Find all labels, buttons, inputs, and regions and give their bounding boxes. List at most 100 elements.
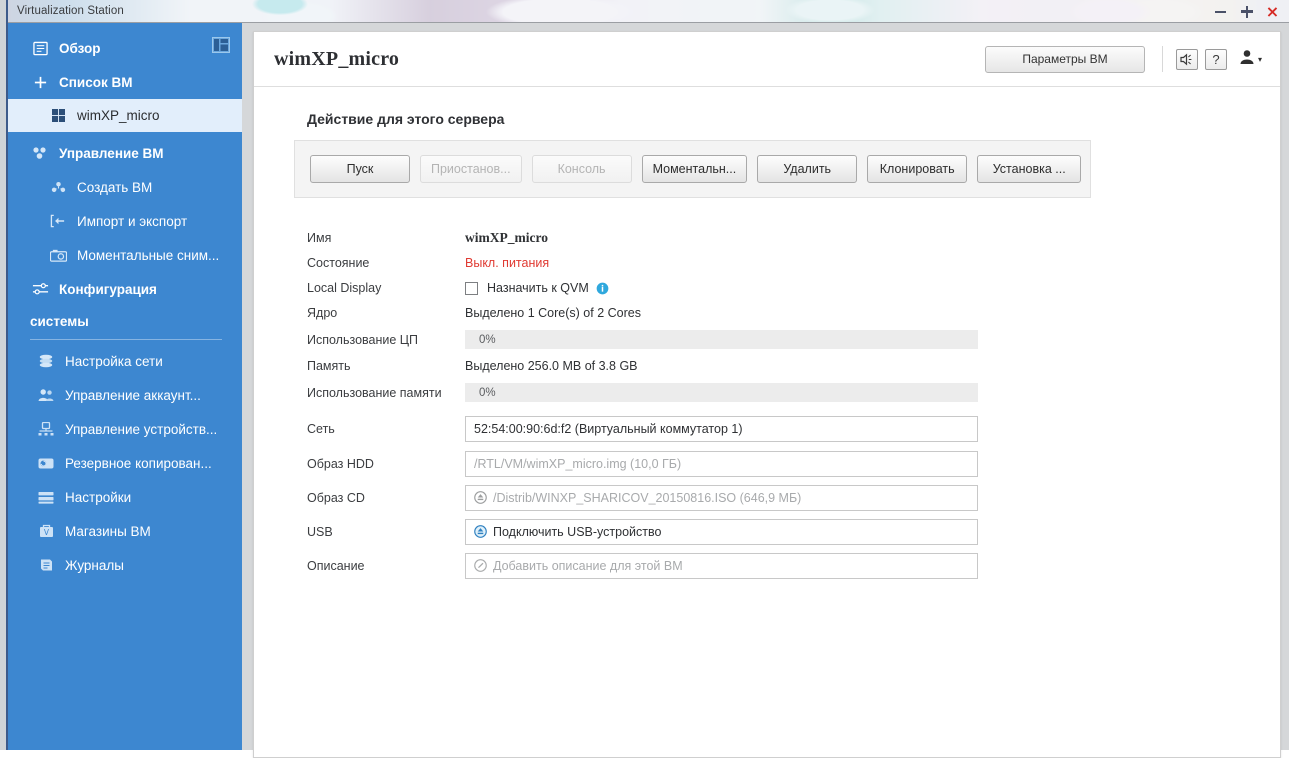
snapshot-camera-icon — [48, 246, 68, 264]
sidebar: Обзор Список ВМ wimXP_micro Управление В… — [8, 23, 242, 750]
install-button[interactable]: Установка ... — [977, 155, 1082, 183]
main-content: Действие для этого сервера Пуск Приостан… — [254, 87, 1280, 582]
sidebar-item-overview[interactable]: Обзор — [8, 31, 242, 65]
sidebar-label-wimxp-micro: wimXP_micro — [77, 108, 160, 123]
sidebar-item-vm-list[interactable]: Список ВМ — [8, 65, 242, 99]
sidebar-label-backup: Резервное копирован... — [65, 455, 212, 471]
status-badge: Выкл. питания — [465, 256, 550, 270]
window-title: Virtualization Station — [17, 5, 124, 17]
sidebar-group-vm-management[interactable]: Управление ВМ — [8, 136, 242, 170]
detail-row-memory-usage: Использование памяти 0% — [307, 379, 1280, 406]
label-cd-image: Образ CD — [307, 490, 365, 505]
sidebar-label-overview: Обзор — [59, 40, 101, 56]
vm-parameters-button[interactable]: Параметры ВМ — [984, 45, 1145, 73]
sidebar-item-wimxp-micro[interactable]: wimXP_micro — [8, 99, 242, 132]
detail-row-local-display: Local Display Назначить к QVM — [307, 276, 1280, 300]
grid-icon — [48, 107, 68, 125]
label-cpu-usage: Использование ЦП — [307, 332, 419, 347]
sidebar-item-logs[interactable]: Журналы — [8, 548, 242, 582]
app-body: Обзор Список ВМ wimXP_micro Управление В… — [8, 23, 1289, 758]
devices-icon — [36, 420, 56, 438]
value-local-display: Назначить к QVM — [465, 281, 609, 295]
label-description: Описание — [307, 558, 365, 573]
sidebar-item-create-vm[interactable]: Создать ВМ — [8, 170, 242, 204]
detail-row-cd-image: Образ CD /Distrib/WINXP_SHARICOV_2015081… — [307, 481, 1280, 514]
header-separator — [1161, 46, 1163, 72]
create-vm-icon — [48, 178, 68, 196]
user-avatar-icon — [1239, 49, 1255, 70]
sidebar-item-settings[interactable]: Настройки — [8, 480, 242, 514]
sidebar-item-snapshots[interactable]: Моментальные сним... — [8, 238, 242, 272]
clone-button[interactable]: Клонировать — [867, 155, 968, 183]
label-core: Ядро — [307, 306, 338, 320]
sidebar-item-vm-store[interactable]: V Магазины ВМ — [8, 514, 242, 548]
pencil-icon[interactable] — [474, 559, 487, 572]
delete-button[interactable]: Удалить — [757, 155, 858, 183]
eject-usb-icon[interactable] — [474, 525, 487, 538]
chevron-down-icon: ▾ — [1257, 54, 1262, 64]
detail-row-hdd-image: Образ HDD /RTL/VM/wimXP_micro.img (10,0 … — [307, 447, 1280, 480]
detail-row-core: Ядро Выделено 1 Core(s) of 2 Cores — [307, 301, 1280, 325]
network-field[interactable]: 52:54:00:90:6d:f2 (Виртуальный коммутато… — [465, 416, 978, 442]
label-hdd-image: Образ HDD — [307, 456, 374, 471]
logs-icon — [36, 556, 56, 574]
sidebar-item-network-settings[interactable]: Настройка сети — [8, 344, 242, 378]
help-button[interactable]: ? — [1204, 48, 1227, 70]
sidebar-label-import-export: Импорт и экспорт — [77, 213, 188, 229]
overview-icon — [30, 39, 50, 57]
maximize-button[interactable] — [1239, 4, 1254, 19]
memory-usage-bar: 0% — [465, 383, 978, 402]
sidebar-item-import-export[interactable]: Импорт и экспорт — [8, 204, 242, 238]
backup-icon — [36, 454, 56, 472]
sidebar-label-create-vm: Создать ВМ — [77, 179, 153, 195]
sliders-icon — [30, 280, 50, 298]
sidebar-item-backup[interactable]: Резервное копирован... — [8, 446, 242, 480]
assign-qvm-checkbox[interactable] — [465, 281, 478, 295]
value-memory: Выделено 256.0 MB of 3.8 GB — [465, 359, 638, 373]
sidebar-label-settings: Настройки — [65, 489, 132, 505]
cpu-usage-bar: 0% — [465, 330, 978, 349]
label-state: Состояние — [307, 256, 370, 270]
content-header: wimXP_micro Параметры ВМ ? ▾ — [254, 32, 1280, 87]
sidebar-label-account-management: Управление аккаунт... — [65, 387, 201, 403]
sidebar-item-device-management[interactable]: Управление устройств... — [8, 412, 242, 446]
sidebar-item-account-management[interactable]: Управление аккаунт... — [8, 378, 242, 412]
plus-icon — [30, 73, 50, 91]
label-network: Сеть — [307, 422, 335, 436]
snapshot-button[interactable]: Моментальн... — [641, 155, 748, 183]
panel-layout-icon[interactable] — [212, 37, 230, 53]
detail-row-memory: Память Выделено 256.0 MB of 3.8 GB — [307, 354, 1280, 378]
accounts-icon — [36, 386, 56, 404]
start-button[interactable]: Пуск — [310, 155, 410, 183]
network-icon — [36, 352, 56, 370]
close-button[interactable]: × — [1265, 3, 1280, 19]
value-core: Выделено 1 Core(s) of 2 Cores — [465, 306, 641, 320]
user-menu[interactable]: ▾ — [1239, 49, 1262, 70]
label-usb: USB — [307, 524, 333, 539]
page-title: wimXP_micro — [274, 47, 400, 70]
sidebar-label-device-management: Управление устройств... — [65, 421, 218, 437]
cd-image-field[interactable]: /Distrib/WINXP_SHARICOV_20150816.ISO (64… — [465, 484, 978, 511]
info-icon[interactable] — [596, 282, 609, 295]
minimize-button[interactable] — [1213, 4, 1228, 19]
assign-qvm-label: Назначить к QVM — [487, 281, 589, 295]
window-titlebar: Virtualization Station × — [8, 0, 1289, 23]
pause-button[interactable]: Приостанов... — [420, 155, 522, 183]
value-name: wimXP_micro — [465, 230, 548, 245]
sidebar-group-configuration[interactable]: Конфигурация — [8, 272, 242, 306]
sidebar-label-configuration: Конфигурация — [59, 281, 157, 297]
content-panel: wimXP_micro Параметры ВМ ? ▾ Действие дл… — [253, 31, 1281, 758]
label-memory: Память — [307, 359, 351, 373]
settings-icon — [36, 488, 56, 506]
description-field[interactable]: Добавить описание для этой ВМ — [465, 552, 978, 579]
sidebar-label-vm-list: Список ВМ — [59, 74, 133, 90]
window-controls: × — [1213, 3, 1289, 19]
eject-icon[interactable] — [474, 491, 487, 504]
hdd-image-field[interactable]: /RTL/VM/wimXP_micro.img (10,0 ГБ) — [465, 450, 978, 477]
detail-row-state: Состояние Выкл. питания — [307, 251, 1280, 275]
application-window: Virtualization Station × Обзор Список ВМ… — [8, 0, 1289, 758]
speaker-icon[interactable] — [1175, 48, 1198, 70]
usb-field[interactable]: Подключить USB-устройство — [465, 518, 978, 545]
console-button[interactable]: Консоль — [531, 155, 632, 183]
detail-row-usb: USB Подключить USB-устройство — [307, 515, 1280, 548]
